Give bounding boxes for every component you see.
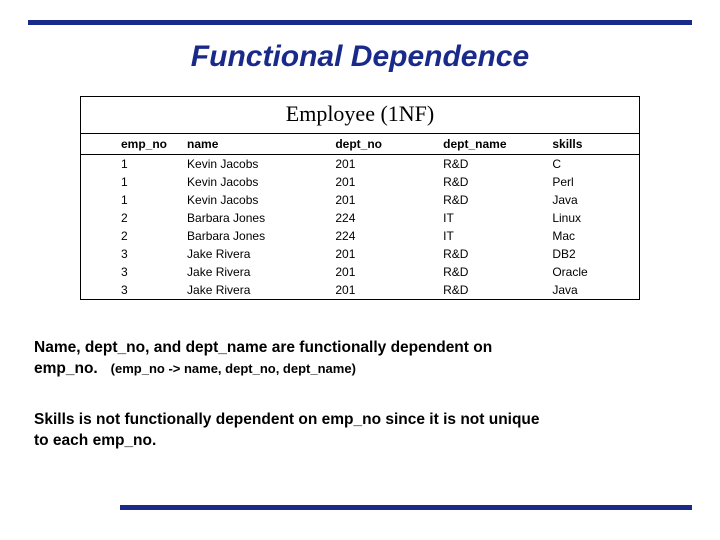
table-row: 1Kevin Jacobs201R&DJava [81, 191, 639, 209]
cell-skills: Perl [542, 173, 639, 191]
cell-skills: Linux [542, 209, 639, 227]
cell-name: Jake Rivera [177, 245, 325, 263]
cell-dept_name: IT [433, 227, 542, 245]
cell-emp_no: 3 [81, 245, 177, 263]
caption-not-functionally-dependent: Skills is not functionally dependent on … [34, 410, 686, 452]
cell-dept_name: R&D [433, 155, 542, 174]
caption1-line2a: emp_no. [34, 360, 98, 377]
bottom-rule [120, 505, 692, 510]
table-body: 1Kevin Jacobs201R&DC1Kevin Jacobs201R&DP… [81, 155, 639, 300]
cell-emp_no: 1 [81, 173, 177, 191]
cell-emp_no: 3 [81, 263, 177, 281]
table-row: 1Kevin Jacobs201R&DPerl [81, 173, 639, 191]
cell-skills: Oracle [542, 263, 639, 281]
employee-table-container: Employee (1NF) emp_no name dept_no dept_… [80, 96, 640, 300]
table-row: 3Jake Rivera201R&DOracle [81, 263, 639, 281]
cell-dept_name: R&D [433, 191, 542, 209]
table-row: 1Kevin Jacobs201R&DC [81, 155, 639, 174]
cell-skills: DB2 [542, 245, 639, 263]
table-row: 3Jake Rivera201R&DDB2 [81, 245, 639, 263]
table-row: 2Barbara Jones224ITLinux [81, 209, 639, 227]
cell-dept_no: 201 [325, 191, 433, 209]
cell-dept_name: IT [433, 209, 542, 227]
cell-name: Barbara Jones [177, 209, 325, 227]
cell-dept_no: 224 [325, 227, 433, 245]
top-rule [28, 20, 692, 25]
cell-skills: Java [542, 281, 639, 299]
cell-dept_name: R&D [433, 173, 542, 191]
cell-skills: Java [542, 191, 639, 209]
caption1-line1: Name, dept_no, and dept_name are functio… [34, 339, 492, 356]
table-title: Employee (1NF) [81, 97, 639, 133]
cell-dept_no: 201 [325, 245, 433, 263]
employee-table: emp_no name dept_no dept_name skills 1Ke… [81, 133, 639, 299]
table-header-row: emp_no name dept_no dept_name skills [81, 134, 639, 155]
table-row: 3Jake Rivera201R&DJava [81, 281, 639, 299]
cell-emp_no: 2 [81, 209, 177, 227]
cell-name: Kevin Jacobs [177, 173, 325, 191]
cell-emp_no: 1 [81, 191, 177, 209]
cell-name: Jake Rivera [177, 281, 325, 299]
cell-name: Kevin Jacobs [177, 155, 325, 174]
cell-dept_no: 201 [325, 155, 433, 174]
caption2-line2: to each emp_no. [34, 432, 156, 449]
caption1-line2b: (emp_no -> name, dept_no, dept_name) [111, 361, 356, 376]
th-dept-name: dept_name [433, 134, 542, 155]
cell-dept_name: R&D [433, 281, 542, 299]
caption2-line1: Skills is not functionally dependent on … [34, 411, 540, 428]
cell-dept_no: 201 [325, 263, 433, 281]
cell-emp_no: 1 [81, 155, 177, 174]
cell-emp_no: 2 [81, 227, 177, 245]
th-emp-no: emp_no [81, 134, 177, 155]
cell-dept_name: R&D [433, 245, 542, 263]
cell-skills: Mac [542, 227, 639, 245]
th-skills: skills [542, 134, 639, 155]
cell-name: Kevin Jacobs [177, 191, 325, 209]
page-title: Functional Dependence [0, 40, 720, 74]
cell-emp_no: 3 [81, 281, 177, 299]
cell-dept_no: 201 [325, 173, 433, 191]
th-dept-no: dept_no [325, 134, 433, 155]
table-row: 2Barbara Jones224ITMac [81, 227, 639, 245]
cell-name: Jake Rivera [177, 263, 325, 281]
th-name: name [177, 134, 325, 155]
caption-functional-dependence: Name, dept_no, and dept_name are functio… [34, 338, 686, 380]
caption1-formula: (emp_no -> name, dept_no, dept_name) [111, 361, 356, 376]
cell-dept_no: 224 [325, 209, 433, 227]
cell-name: Barbara Jones [177, 227, 325, 245]
cell-dept_no: 201 [325, 281, 433, 299]
cell-skills: C [542, 155, 639, 174]
cell-dept_name: R&D [433, 263, 542, 281]
